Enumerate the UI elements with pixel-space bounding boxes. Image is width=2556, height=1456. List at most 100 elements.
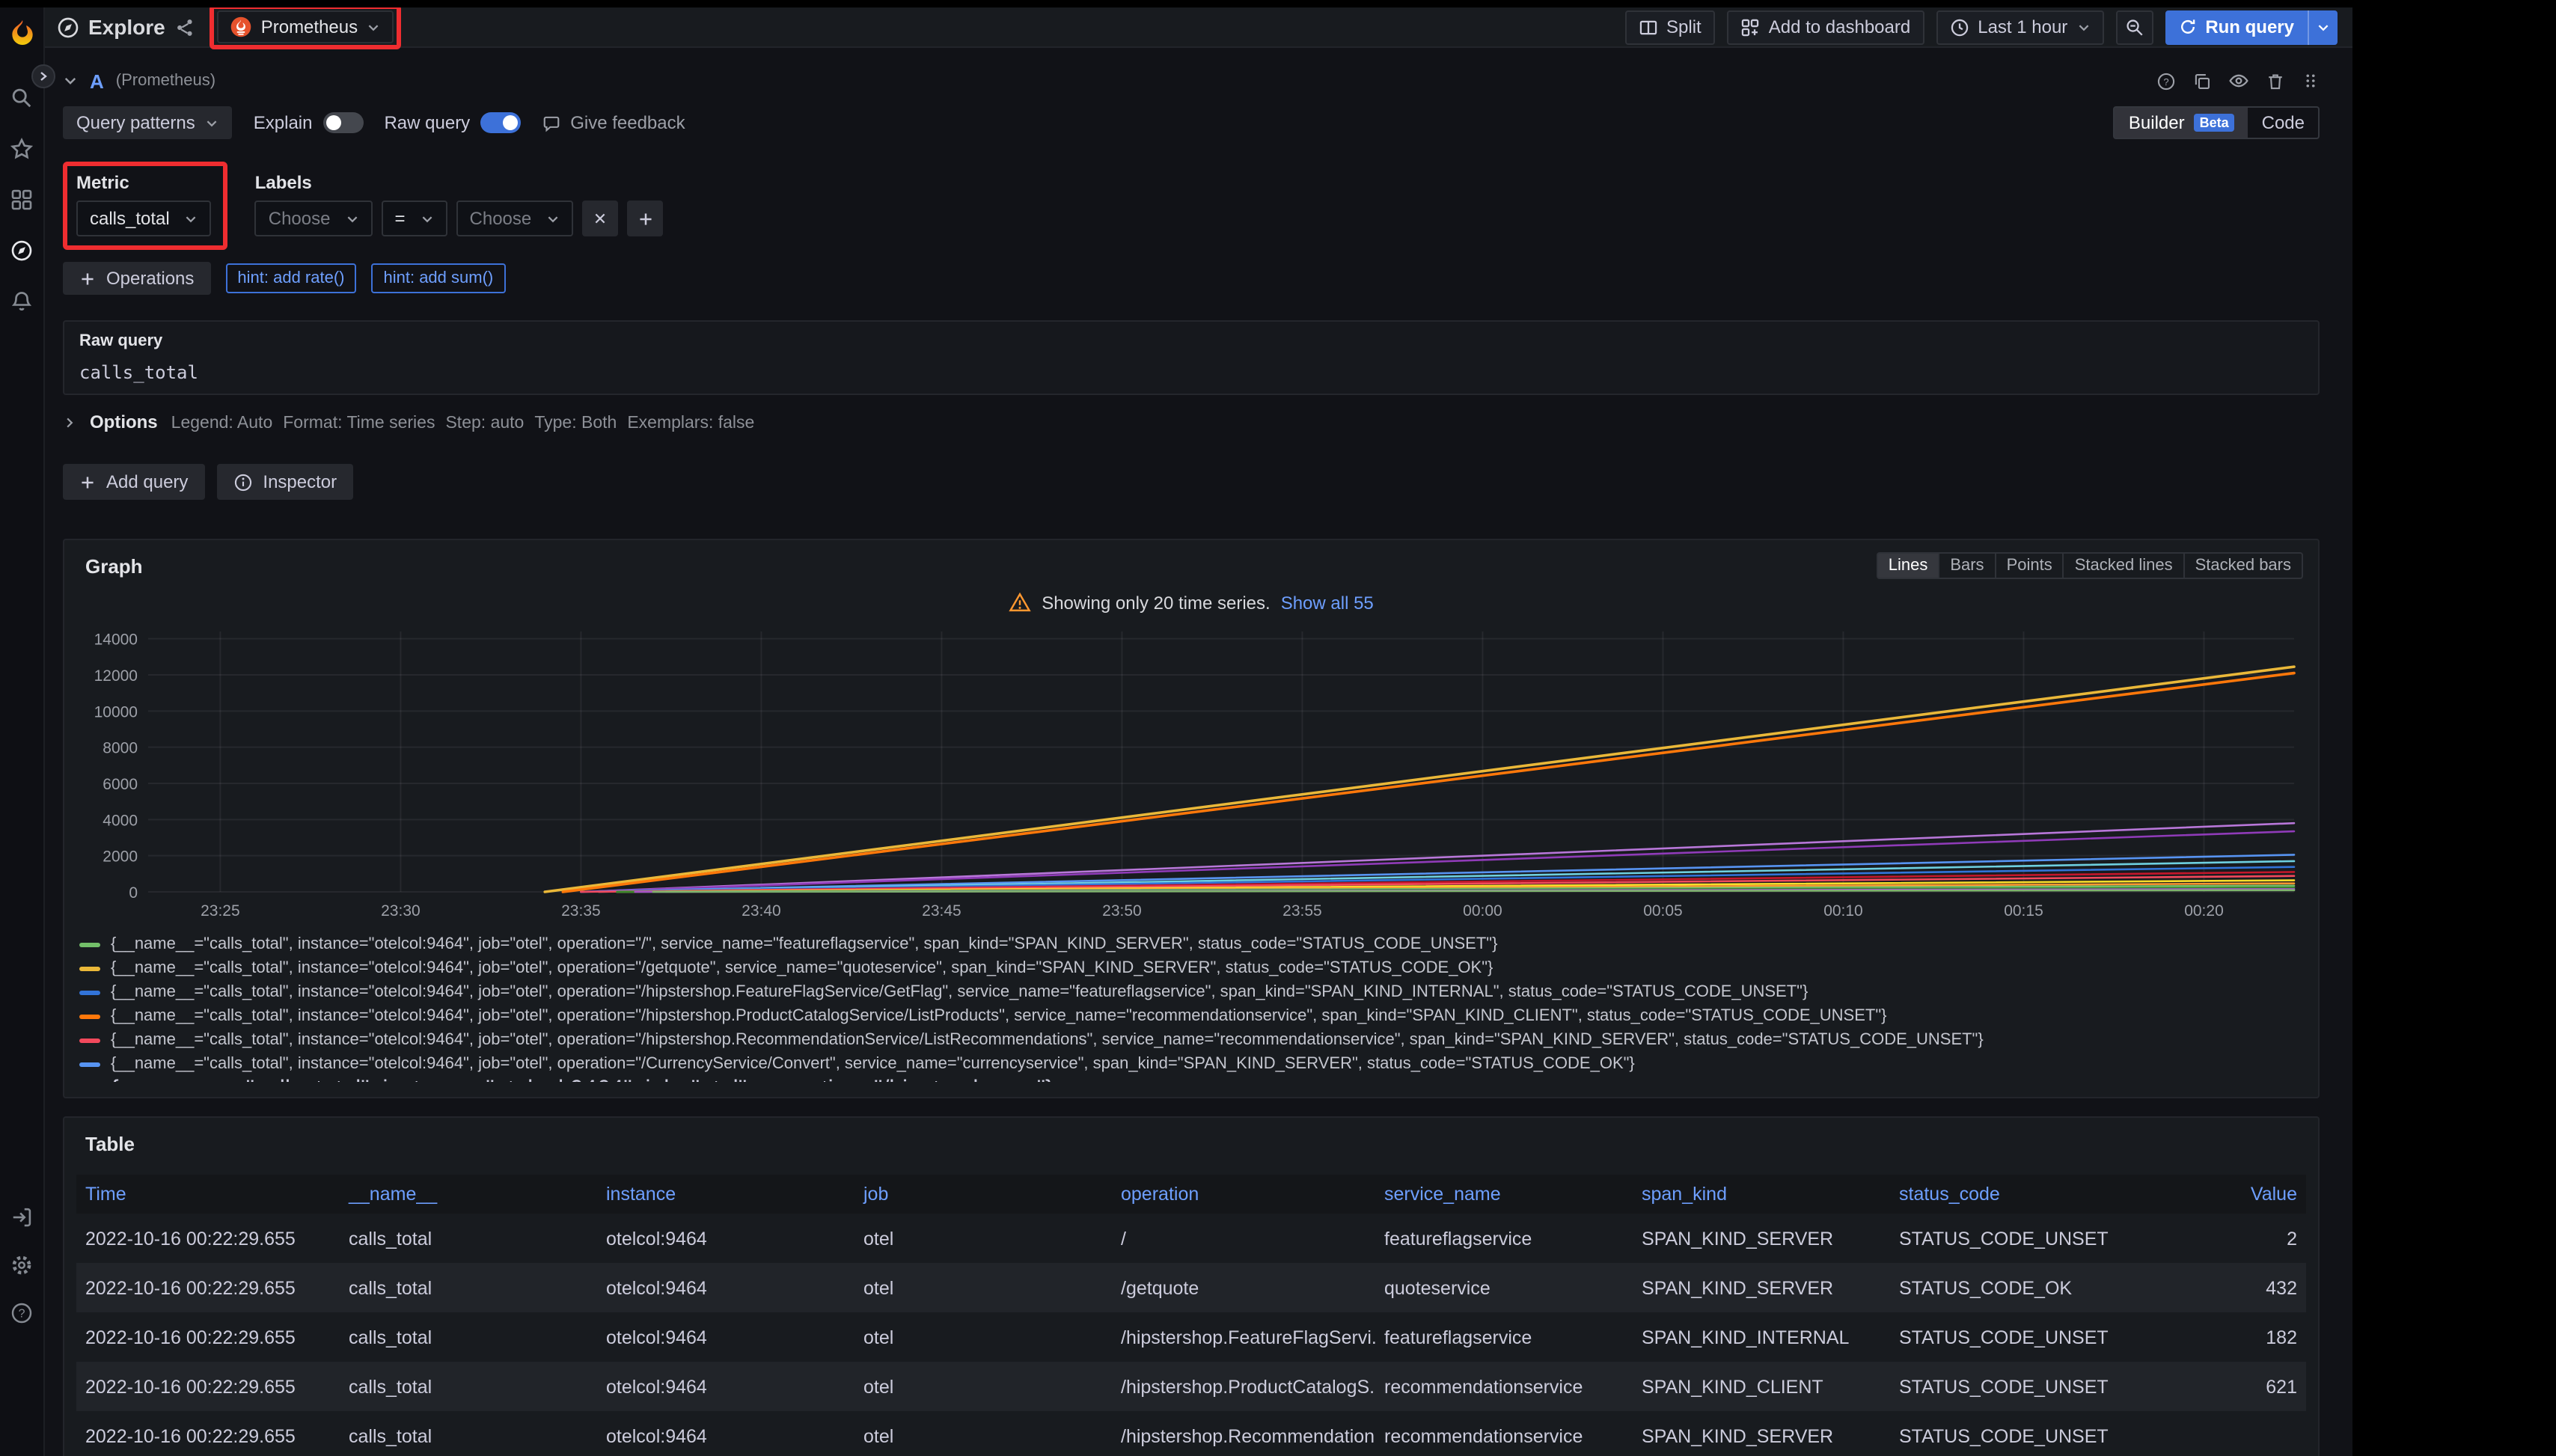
legend-item[interactable]: {__name__="calls_total", instance="otelc… [79,932,2303,956]
chevron-down-icon [185,212,198,225]
grafana-logo-icon[interactable] [7,18,37,48]
sidebar-item-explore[interactable] [10,239,33,262]
zoom-out-button[interactable] [2115,10,2153,44]
svg-text:23:55: 23:55 [1282,902,1322,920]
give-feedback-link[interactable]: Give feedback [542,112,685,133]
label-key-placeholder: Choose [269,208,331,229]
query-hint-button[interactable]: hint: add rate() [225,263,356,293]
legend-label: {__name__="calls_total", instance="otelc… [111,959,1493,977]
svg-text:?: ? [2163,76,2168,87]
split-button[interactable]: Split [1624,10,1715,44]
add-to-dashboard-button[interactable]: Add to dashboard [1727,10,1924,44]
table-cell: SPAN_KIND_INTERNAL [1633,1312,1890,1362]
label-operator-value: = [395,208,406,229]
builder-mode-button[interactable]: Builder Beta [2115,108,2248,138]
metric-select[interactable]: calls_total [76,201,212,236]
graph-mode-bars[interactable]: Bars [1938,554,1994,578]
show-all-series-link[interactable]: Show all 55 [1281,592,1374,613]
graph-mode-stacked-bars[interactable]: Stacked bars [2183,554,2302,578]
label-value-select[interactable]: Choose [456,201,574,236]
remove-label-filter-button[interactable] [582,201,618,236]
metric-field-label: Metric [76,172,212,193]
run-query-split-button: Run query [2165,10,2338,44]
graph-mode-lines[interactable]: Lines [1878,554,1939,578]
sidebar-expand-button[interactable] [31,64,55,88]
column-header-servicename[interactable]: service_name [1375,1175,1633,1214]
help-icon: ? [10,1302,33,1324]
table-panel: Table Time__name__instancejoboperationse… [63,1116,2320,1456]
navbar-actions: Split Add to dashboard Last 1 hour [1624,10,2338,44]
table-cell: STATUS_CODE_UNSET [1890,1214,2147,1263]
top-navbar: Explore Prometheus Split [45,7,2352,48]
drag-handle-icon[interactable] [2302,72,2320,90]
share-shortened-link-button[interactable] [176,17,195,37]
series-limit-warning: Showing only 20 time series. Show all 55 [79,591,2303,614]
sidebar-item-search[interactable] [10,87,33,109]
legend-item[interactable]: {__name__="calls_total", instance="otelc… [79,980,2303,1004]
code-mode-button[interactable]: Code [2248,108,2318,138]
legend-item[interactable]: {__name__="calls_total", instance="otelc… [79,956,2303,980]
sidebar-item-help[interactable]: ? [10,1302,33,1324]
raw-query-label: Raw query [79,332,2303,350]
column-header-instance[interactable]: instance [597,1175,854,1214]
table-cell: / [1112,1214,1375,1263]
collapse-chevron-icon[interactable] [63,73,78,88]
operations-button[interactable]: Operations [63,262,210,295]
query-patterns-label: Query patterns [76,112,195,133]
legend-item[interactable]: {__name__="calls_total", instance="otelc… [79,1004,2303,1028]
label-operator-select[interactable]: = [382,201,447,236]
legend-item[interactable]: {__name__="calls_total", instance="otelc… [79,1052,2303,1076]
column-header-value[interactable]: Value [2147,1175,2306,1214]
datasource-picker[interactable]: Prometheus [218,10,394,43]
sidebar-item-starred[interactable] [10,138,33,160]
column-header-statuscode[interactable]: status_code [1890,1175,2147,1214]
add-query-button[interactable]: Add query [63,464,204,500]
chart-svg[interactable]: 0200040006000800010000120001400023:2523:… [79,620,2303,928]
table-body: 2022-10-16 00:22:29.655calls_totalotelco… [76,1214,2306,1456]
table-panel-title: Table [76,1133,2306,1163]
inspector-button[interactable]: Inspector [216,464,353,500]
raw-query-toggle[interactable] [480,112,521,133]
table-cell: 2022-10-16 00:22:29.655 [76,1263,340,1312]
add-label-filter-button[interactable] [627,201,663,236]
sidebar-item-sign-in[interactable] [10,1206,33,1229]
table-cell: SPAN_KIND_CLIENT [1633,1362,1890,1411]
table-cell: featureflagservice [1375,1312,1633,1362]
query-patterns-button[interactable]: Query patterns [63,106,233,139]
page-title: Explore [88,15,165,39]
bell-icon [10,290,33,313]
explore-header: Explore [57,15,165,39]
legend-color-marker [79,990,100,994]
remove-query-trash-icon[interactable] [2266,71,2285,91]
sidebar-nav-icons [10,87,33,313]
table-cell: 2022-10-16 00:22:29.655 [76,1411,340,1456]
duplicate-query-icon[interactable] [2192,71,2212,91]
run-query-interval-button[interactable] [2308,10,2338,44]
sidebar-item-alerting[interactable] [10,290,33,313]
table-cell: calls_total [340,1362,597,1411]
legend-item[interactable]: {__name__="calls_total", instance="otelc… [79,1028,2303,1052]
column-header-job[interactable]: job [854,1175,1112,1214]
sidebar-item-dashboards[interactable] [10,189,33,211]
datasource-name: Prometheus [261,16,358,37]
column-header-spankind[interactable]: span_kind [1633,1175,1890,1214]
query-help-icon[interactable]: ? [2156,71,2176,91]
sidebar-item-settings[interactable] [10,1254,33,1276]
explain-toggle[interactable] [322,112,363,133]
time-range-picker[interactable]: Last 1 hour [1936,10,2103,44]
graph-mode-stacked-lines[interactable]: Stacked lines [2063,554,2183,578]
svg-text:00:05: 00:05 [1643,902,1683,920]
legend-item[interactable]: {__name__="calls_total", instance="otelc… [79,1079,2303,1082]
svg-text:00:15: 00:15 [2004,902,2043,920]
column-header-time[interactable]: Time [76,1175,340,1214]
legend-color-marker [79,1038,100,1042]
column-header-operation[interactable]: operation [1112,1175,1375,1214]
query-options-row[interactable]: Options Legend: AutoFormat: Time seriesS… [63,407,2320,437]
query-hint-button[interactable]: hint: add sum() [372,263,506,293]
run-query-button[interactable]: Run query [2165,10,2308,44]
label-key-select[interactable]: Choose [255,201,373,236]
time-series-chart[interactable]: 0200040006000800010000120001400023:2523:… [79,620,2303,928]
hide-response-eye-icon[interactable] [2228,70,2249,91]
column-header-name[interactable]: __name__ [340,1175,597,1214]
graph-mode-points[interactable]: Points [1995,554,2063,578]
